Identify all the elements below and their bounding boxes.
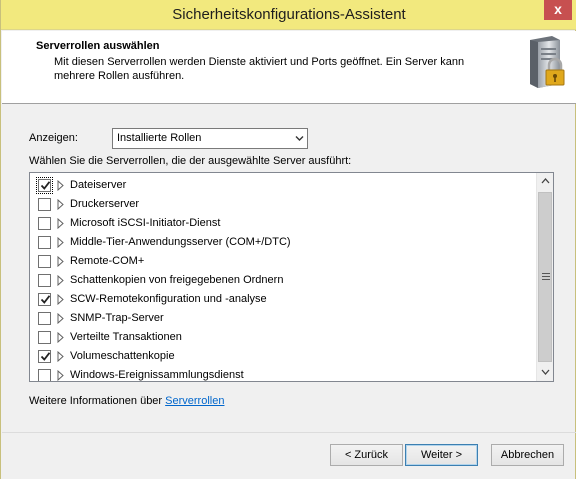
role-checkbox[interactable]: [38, 255, 51, 268]
list-item[interactable]: Middle-Tier-Anwendungsserver (COM+/DTC): [30, 233, 535, 252]
wizard-header: Serverrollen auswählen Mit diesen Server…: [2, 31, 576, 104]
role-checkbox[interactable]: [38, 331, 51, 344]
list-item[interactable]: Microsoft iSCSI-Initiator-Dienst: [30, 214, 535, 233]
footer-divider: [2, 432, 576, 433]
cancel-button[interactable]: Abbrechen: [491, 444, 564, 466]
checkmark-icon: [40, 352, 51, 361]
chevron-down-icon: [295, 136, 304, 141]
expand-triangle-icon[interactable]: [57, 256, 64, 267]
expand-triangle-icon[interactable]: [57, 275, 64, 286]
filter-dropdown[interactable]: Installierte Rollen: [112, 128, 308, 149]
page-title: Serverrollen auswählen: [36, 40, 160, 52]
role-label: Dateiserver: [70, 179, 127, 191]
expand-triangle-icon[interactable]: [57, 199, 64, 210]
role-label: Windows-Ereignissammlungsdienst: [70, 369, 244, 381]
expand-triangle-icon[interactable]: [57, 237, 64, 248]
window-title: Sicherheitskonfigurations-Assistent: [172, 6, 406, 23]
wizard-window: Sicherheitskonfigurations-Assistent x Se…: [0, 0, 576, 479]
list-item[interactable]: Schattenkopien von freigegebenen Ordnern: [30, 271, 535, 290]
list-item[interactable]: Verteilte Transaktionen: [30, 328, 535, 347]
more-info-text: Weitere Informationen über: [29, 395, 163, 407]
title-bar[interactable]: Sicherheitskonfigurations-Assistent x: [1, 0, 576, 30]
grip-icon: [542, 273, 550, 280]
role-checkbox[interactable]: [38, 312, 51, 325]
role-label: Verteilte Transaktionen: [70, 331, 182, 343]
expand-triangle-icon[interactable]: [57, 351, 64, 362]
vertical-scrollbar[interactable]: [536, 173, 553, 381]
role-label: Volumeschattenkopie: [70, 350, 175, 362]
expand-triangle-icon[interactable]: [57, 180, 64, 191]
role-label: Schattenkopien von freigegebenen Ordnern: [70, 274, 284, 286]
close-icon: x: [554, 1, 562, 17]
role-label: Druckerserver: [70, 198, 140, 210]
role-checkbox[interactable]: [38, 293, 51, 306]
roles-list-label: Wählen Sie die Serverrollen, die der aus…: [29, 155, 352, 167]
expand-triangle-icon[interactable]: [57, 218, 64, 229]
server-roles-link[interactable]: Serverrollen: [165, 395, 224, 407]
expand-triangle-icon[interactable]: [57, 313, 64, 324]
page-description: Mit diesen Serverrollen werden Dienste a…: [54, 56, 465, 82]
role-checkbox[interactable]: [38, 274, 51, 287]
back-button[interactable]: < Zurück: [330, 444, 403, 466]
filter-label: Anzeigen:: [29, 132, 78, 144]
list-item[interactable]: Volumeschattenkopie: [30, 347, 535, 366]
list-item[interactable]: Dateiserver: [30, 176, 535, 195]
scroll-up-button[interactable]: [537, 173, 553, 190]
scroll-down-button[interactable]: [537, 364, 553, 381]
role-checkbox[interactable]: [38, 369, 51, 381]
roles-list[interactable]: Dateiserver Druckerserver Microsoft iSCSI-…: [29, 172, 554, 382]
role-label: SNMP-Trap-Server: [70, 312, 164, 324]
expand-triangle-icon[interactable]: [57, 370, 64, 381]
list-item[interactable]: Remote-COM+: [30, 252, 535, 271]
list-item[interactable]: Druckerserver: [30, 195, 535, 214]
next-button[interactable]: Weiter >: [405, 444, 478, 466]
list-item[interactable]: SCW-Remotekonfiguration und -analyse: [30, 290, 535, 309]
role-label: SCW-Remotekonfiguration und -analyse: [70, 293, 267, 305]
expand-triangle-icon[interactable]: [57, 332, 64, 343]
role-label: Microsoft iSCSI-Initiator-Dienst: [70, 217, 221, 229]
chevron-down-icon: [541, 369, 549, 375]
list-item[interactable]: SNMP-Trap-Server: [30, 309, 535, 328]
checkmark-icon: [40, 295, 51, 304]
list-item[interactable]: Windows-Ereignissammlungsdienst: [30, 366, 535, 381]
role-label: Middle-Tier-Anwendungsserver (COM+/DTC): [70, 236, 291, 248]
role-checkbox[interactable]: [38, 198, 51, 211]
role-checkbox[interactable]: [38, 350, 51, 363]
expand-triangle-icon[interactable]: [57, 294, 64, 305]
role-label: Remote-COM+: [70, 255, 145, 267]
role-checkbox[interactable]: [38, 236, 51, 249]
server-lock-icon: [530, 36, 565, 88]
filter-selected-value: Installierte Rollen: [117, 132, 202, 144]
close-button[interactable]: x: [544, 0, 572, 20]
scroll-thumb[interactable]: [538, 192, 552, 362]
role-checkbox[interactable]: [36, 177, 53, 194]
checkmark-icon: [40, 181, 51, 190]
more-info-line: Weitere Informationen über Serverrollen: [29, 395, 224, 407]
chevron-up-icon: [541, 178, 549, 184]
role-checkbox[interactable]: [38, 217, 51, 230]
